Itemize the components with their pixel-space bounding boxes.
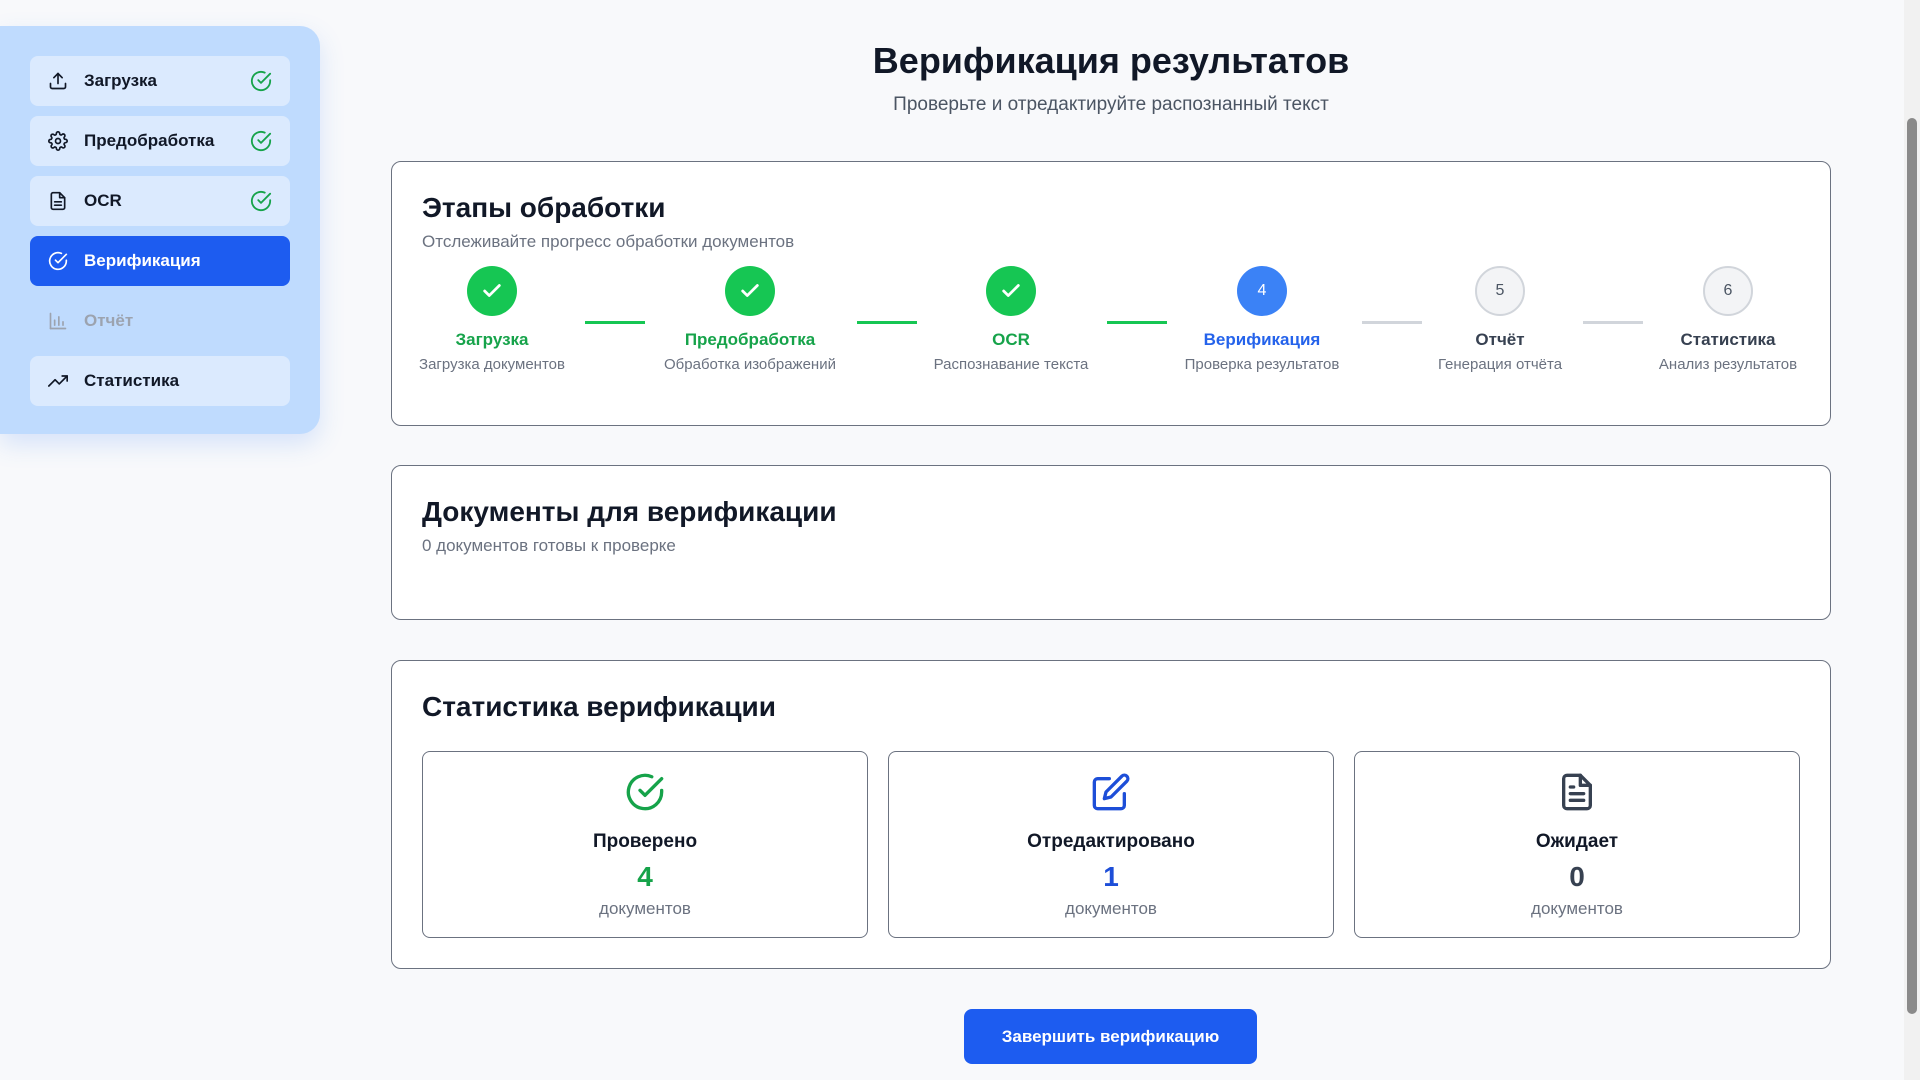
stepper: Загрузка Загрузка документов Предобработ… [419, 266, 1800, 396]
step-number-circle: 6 [1703, 266, 1753, 316]
check-circle-icon [626, 773, 664, 811]
step-done-circle [986, 266, 1036, 316]
check-circle-icon [250, 190, 272, 212]
step-name: Верификация [1203, 330, 1321, 349]
sidebar-item-upload[interactable]: Загрузка [30, 56, 290, 106]
scrollbar-track[interactable] [1904, 0, 1920, 1080]
card-title: Статистика верификации [422, 691, 776, 722]
gear-icon [48, 131, 68, 151]
step-description: Проверка результатов [1184, 356, 1340, 373]
step-name: Отчёт [1475, 330, 1525, 349]
sidebar-item-verification[interactable]: Верификация [30, 236, 290, 286]
step-verification: 4 Верификация Проверка результатов [1162, 266, 1362, 373]
stat-pending: Ожидает 0 документов [1354, 751, 1800, 938]
step-statistics: 6 Статистика Анализ результатов [1628, 266, 1828, 373]
file-text-icon [1562, 773, 1592, 811]
edit-icon [1092, 773, 1130, 811]
stat-label: Ожидает [1535, 831, 1619, 852]
document-icon [48, 191, 68, 211]
sidebar-item-report: Отчёт [30, 296, 290, 346]
check-circle-icon [250, 70, 272, 92]
step-number-circle: 5 [1475, 266, 1525, 316]
sidebar-item-label: Загрузка [84, 71, 157, 90]
page-title: Верификация результатов [872, 40, 1350, 81]
step-upload: Загрузка Загрузка документов [392, 266, 592, 373]
stat-value: 0 [1569, 861, 1585, 892]
step-connector [857, 321, 917, 324]
card-title: Этапы обработки [422, 192, 666, 223]
check-circle-icon [250, 130, 272, 152]
step-description: Обработка изображений [664, 356, 836, 373]
sidebar-item-label: OCR [84, 191, 122, 210]
step-name: Предобработка [684, 330, 816, 349]
checkmark-icon [483, 284, 501, 297]
sidebar-item-label: Предобработка [84, 131, 215, 150]
sidebar-item-ocr[interactable]: OCR [30, 176, 290, 226]
step-description: Анализ результатов [1658, 356, 1798, 373]
verification-stats-card: Статистика верификации Проверено 4 докум… [391, 660, 1831, 969]
sidebar-item-label: Статистика [84, 371, 180, 390]
checkmark-icon [741, 284, 759, 297]
sidebar-item-label: Отчёт [84, 311, 134, 330]
documents-card: Документы для верификации 0 документов г… [391, 465, 1831, 620]
step-connector [585, 321, 645, 324]
finish-verification-button[interactable]: Завершить верификацию [964, 1009, 1257, 1064]
stat-value: 4 [637, 861, 653, 892]
page-subtitle: Проверьте и отредактируйте распознанный … [893, 94, 1329, 115]
card-title: Документы для верификации [422, 496, 837, 527]
step-description: Загрузка документов [419, 356, 565, 373]
stat-value: 1 [1103, 861, 1119, 892]
stat-label: Отредактировано [1027, 831, 1195, 852]
scrollbar-thumb[interactable] [1907, 118, 1917, 1014]
step-connector [1107, 321, 1167, 324]
stat-unit: документов [1531, 899, 1623, 918]
stat-unit: документов [1065, 899, 1157, 918]
stat-unit: документов [599, 899, 691, 918]
stat-verified: Проверено 4 документов [422, 751, 868, 938]
step-ocr: OCR Распознавание текста [911, 266, 1111, 373]
card-subtitle: 0 документов готовы к проверке [422, 536, 676, 555]
sidebar-item-statistics[interactable]: Статистика [30, 356, 290, 406]
step-done-circle [725, 266, 775, 316]
main-content: Верификация результатов Проверьте и отре… [391, 0, 1831, 1064]
step-name: Статистика [1680, 330, 1776, 349]
card-subtitle: Отслеживайте прогресс обработки документ… [422, 232, 795, 251]
stat-boxes: Проверено 4 документов Отредактировано 1… [422, 751, 1800, 938]
bar-chart-icon [48, 311, 68, 331]
processing-steps-card: Этапы обработки Отслеживайте прогресс об… [391, 161, 1831, 426]
stat-edited: Отредактировано 1 документов [888, 751, 1334, 938]
step-description: Генерация отчёта [1437, 356, 1563, 373]
step-report: 5 Отчёт Генерация отчёта [1400, 266, 1600, 373]
sidebar-item-preprocessing[interactable]: Предобработка [30, 116, 290, 166]
checkmark-icon [1002, 284, 1020, 297]
step-name: OCR [992, 330, 1030, 349]
step-number-circle: 4 [1237, 266, 1287, 316]
step-preprocessing: Предобработка Обработка изображений [650, 266, 850, 373]
trending-up-icon [48, 371, 68, 391]
upload-icon [48, 71, 68, 91]
step-done-circle [467, 266, 517, 316]
stat-label: Проверено [592, 831, 698, 852]
check-circle-icon [48, 251, 68, 271]
step-description: Распознавание текста [933, 356, 1089, 373]
sidebar: Загрузка Предобработка OCR Верификация О… [0, 26, 320, 434]
sidebar-item-label: Верификация [84, 251, 201, 270]
step-name: Загрузка [455, 330, 529, 349]
